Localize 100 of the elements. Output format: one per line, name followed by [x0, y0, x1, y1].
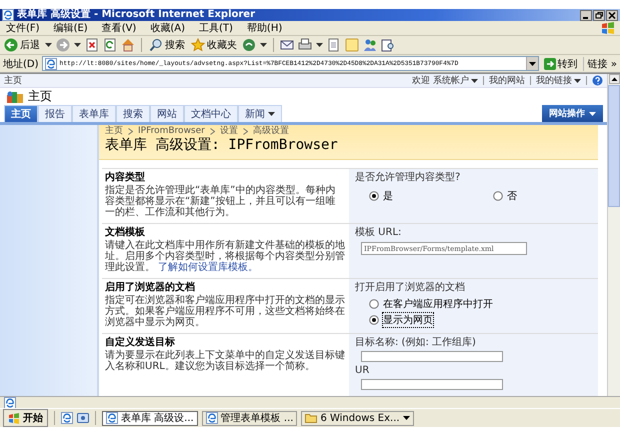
taskbar-button[interactable]: 6 Windows Ex... — [301, 410, 414, 426]
ie-page-icon — [44, 58, 57, 70]
menu-item[interactable]: 帮助(H) — [246, 21, 282, 35]
menu-item[interactable]: 收藏(A) — [150, 21, 185, 35]
breadcrumb-link[interactable]: 主页 — [105, 126, 123, 137]
option-label[interactable]: 在客户端应用程序中打开 — [383, 297, 493, 311]
input-field[interactable] — [361, 379, 503, 390]
option-label[interactable]: 否 — [507, 189, 517, 203]
ie-icon[interactable] — [61, 412, 73, 424]
site-title: 主页 — [28, 88, 52, 105]
site-logo-icon — [6, 90, 24, 104]
top-link[interactable]: 我的网站 — [489, 74, 525, 87]
caret-icon — [316, 43, 323, 47]
top-link[interactable]: 我的链接 — [536, 74, 581, 87]
printer-icon[interactable] — [298, 38, 312, 52]
window-title: 表单库 高级设置 - Microsoft Internet Explorer — [17, 9, 256, 21]
menu-item[interactable]: 查看(V) — [102, 21, 136, 35]
help-link[interactable]: 了解如何设置库模板。 — [158, 262, 258, 273]
radio-button[interactable] — [369, 299, 379, 309]
nav-tab[interactable]: 表单库 — [72, 105, 116, 122]
chevron-right-icon — [128, 128, 133, 135]
address-label: 地址(D) — [3, 58, 39, 70]
section-description: 请为要显示在此列表上下文菜单中的自定义发送目标键入名称和URL。建议您为该目标选择一个简称。 — [105, 350, 345, 372]
radio-button[interactable] — [369, 315, 379, 325]
home-icon[interactable] — [121, 38, 135, 52]
toolbar-button[interactable]: 收藏夹 — [190, 38, 238, 52]
dropdown-button[interactable] — [526, 57, 538, 70]
chevron-right-icon — [210, 128, 215, 135]
radio-button[interactable] — [493, 191, 503, 201]
windows-flag-icon — [600, 21, 616, 35]
chevron-right-icon — [242, 128, 248, 135]
section-title: 文档模板 — [105, 227, 146, 239]
section-title: 内容类型 — [105, 172, 146, 184]
nav-tab[interactable]: 新闻 — [238, 105, 282, 122]
ie-page-icon — [206, 412, 218, 424]
mail-icon[interactable] — [280, 38, 294, 52]
caret-icon — [45, 43, 52, 47]
site-link[interactable]: 主页 — [4, 74, 22, 87]
caret-icon — [402, 416, 410, 420]
document-icon[interactable] — [327, 38, 341, 52]
caret-icon — [268, 112, 275, 116]
section-title: 启用了浏览器的文档 — [105, 282, 196, 294]
caret-icon — [260, 43, 267, 47]
media-icon[interactable] — [242, 38, 256, 52]
page-title: 表单库 高级设置: IPFromBrowser — [105, 137, 339, 154]
site-actions-button[interactable]: 网站操作 — [542, 105, 603, 122]
ie-page-icon — [2, 9, 14, 21]
option-label[interactable]: 是 — [383, 189, 393, 203]
nav-tab[interactable]: 网站 — [150, 105, 184, 122]
help-icon[interactable] — [592, 75, 603, 86]
star-icon — [191, 38, 205, 52]
breadcrumb-link[interactable]: IPFromBrowser — [138, 126, 205, 137]
menu-item[interactable]: 文件(F) — [6, 21, 40, 35]
caret-icon — [471, 78, 478, 82]
start-button[interactable]: 开始 — [3, 409, 48, 427]
links-button[interactable]: 链接 » — [582, 56, 617, 70]
field-label: 是否允许管理内容类型? — [355, 172, 462, 184]
back-arrow-icon — [4, 38, 18, 52]
nav-tab[interactable]: 文档中心 — [184, 105, 238, 122]
option-label[interactable]: 显示为网页 — [383, 313, 433, 327]
windows-flag-icon — [8, 412, 20, 424]
field-label: 目标名称: (例如: 工作组库) — [355, 337, 477, 349]
taskbar-button[interactable]: 管理表单模板 ... — [202, 410, 298, 426]
desktop-icon[interactable] — [77, 412, 89, 424]
breadcrumb-link[interactable]: 设置 — [220, 126, 238, 137]
field-label: 模板 URL: — [355, 227, 402, 239]
folder-icon — [305, 413, 318, 423]
section-description: 请键入在此文档库中用作所有新建文件基础的模板的地址。启用多个内容类型时，将根据每个内容类型分别管理此设置。 了解如何设置库模板。 — [105, 240, 345, 273]
scrollbar[interactable] — [607, 74, 620, 396]
section-description: 指定是否允许管理此“表单库”中的内容类型。每种内容类型都将显示在“新建”按钮上，并且可以有一组唯一的栏、工作流和其他行为。 — [105, 185, 336, 218]
go-button[interactable]: 转到 — [542, 56, 580, 70]
field-label: 打开启用了浏览器的文档 — [355, 282, 466, 294]
ie-page-icon — [106, 412, 118, 424]
top-link[interactable]: 欢迎 系统帐户 — [412, 74, 478, 87]
caret-icon — [589, 112, 596, 116]
go-arrow-icon — [544, 58, 556, 70]
caret-icon — [74, 43, 81, 47]
section-description: 指定可在浏览器和客户端应用程序中打开的文档的显示方式。如果客户端应用程序不可用，这些文档将始终在浏览器中显示为网页。 — [105, 295, 345, 328]
toolbar-button[interactable]: 搜索 — [148, 38, 186, 52]
people-icon[interactable] — [363, 38, 377, 52]
nav-tab[interactable]: 搜索 — [116, 105, 150, 122]
caret-icon — [528, 62, 536, 66]
nav-tab[interactable]: 主页 — [4, 105, 38, 122]
radio-button[interactable] — [369, 191, 379, 201]
section-title: 自定义发送目标 — [105, 337, 176, 349]
toolbar-button[interactable]: 后退 — [3, 38, 41, 52]
stop-icon[interactable] — [85, 38, 99, 52]
restore-icon[interactable] — [593, 10, 605, 20]
close-icon[interactable] — [606, 10, 618, 20]
field-label: UR — [355, 365, 370, 377]
refresh-icon[interactable] — [103, 38, 117, 52]
menu-item[interactable]: 编辑(E) — [54, 21, 88, 35]
nav-tab[interactable]: 报告 — [38, 105, 72, 122]
input-field[interactable] — [361, 351, 503, 362]
taskbar-button[interactable]: 表单库 高级设... — [102, 410, 198, 426]
minimize-icon[interactable] — [580, 10, 592, 20]
menu-item[interactable]: 工具(T) — [199, 21, 233, 35]
scroll-up-icon[interactable] — [608, 74, 620, 84]
caret-icon — [574, 78, 581, 82]
breadcrumb-link[interactable]: 高级设置 — [252, 126, 289, 137]
